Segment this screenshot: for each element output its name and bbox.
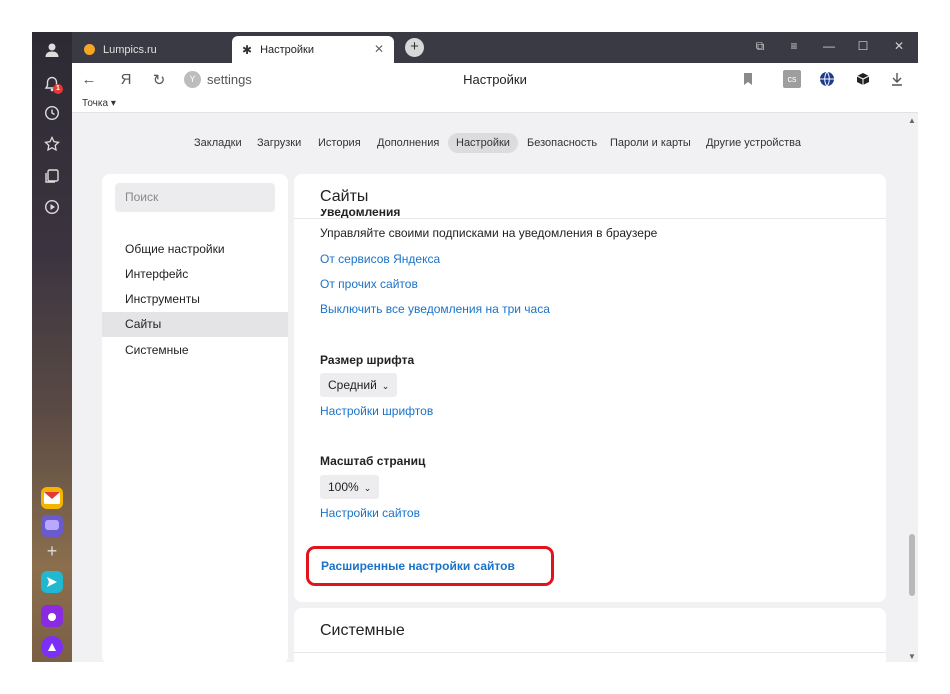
sidebar-item-tools[interactable]: Инструменты bbox=[102, 287, 288, 312]
tab-other-devices[interactable]: Другие устройства bbox=[698, 133, 809, 153]
back-icon[interactable]: ← bbox=[80, 71, 98, 88]
scroll-up-icon[interactable]: ▲ bbox=[908, 116, 916, 125]
notifications-other-link[interactable]: От прочих сайтов bbox=[320, 277, 418, 291]
send-app-icon[interactable] bbox=[41, 571, 63, 593]
font-settings-link[interactable]: Настройки шрифтов bbox=[320, 404, 433, 418]
site-settings-link[interactable]: Настройки сайтов bbox=[320, 506, 420, 520]
sidebar-item-sites[interactable]: Сайты bbox=[102, 312, 288, 337]
reload-icon[interactable]: ↻ bbox=[150, 71, 168, 89]
sites-card: Сайты Уведомления Управляйте своими подп… bbox=[294, 174, 886, 602]
chevron-down-icon: ⌄ bbox=[363, 483, 372, 493]
divider bbox=[294, 652, 886, 653]
maximize-icon[interactable]: ☐ bbox=[855, 39, 871, 53]
tab-label: Lumpics.ru bbox=[103, 43, 157, 56]
tab-extensions[interactable]: Дополнения bbox=[369, 133, 447, 153]
collections-icon[interactable] bbox=[42, 166, 62, 186]
section-title: Системные bbox=[320, 622, 405, 639]
gear-icon: ✱ bbox=[242, 42, 253, 57]
tab-bookmarks[interactable]: Закладки bbox=[186, 133, 250, 153]
browser-sidebar: 1 + bbox=[32, 32, 72, 662]
notifications-description: Управляйте своими подписками на уведомле… bbox=[320, 226, 658, 240]
section-title: Сайты bbox=[320, 188, 369, 205]
tab-downloads[interactable]: Загрузки bbox=[249, 133, 309, 153]
tab-label: Настройки bbox=[260, 43, 314, 56]
tab-settings-page[interactable]: Настройки bbox=[448, 133, 518, 153]
system-card: Системные bbox=[294, 608, 886, 662]
sidebar-item-interface[interactable]: Интерфейс bbox=[102, 262, 288, 287]
yandex-icon[interactable]: Я bbox=[117, 71, 135, 88]
cube-extension-icon[interactable] bbox=[854, 70, 872, 88]
notifications-yandex-link[interactable]: От сервисов Яндекса bbox=[320, 252, 440, 266]
font-size-select[interactable]: Средний ⌄ bbox=[320, 373, 398, 397]
mail-app-icon[interactable] bbox=[41, 487, 63, 509]
music-app-icon[interactable] bbox=[41, 605, 63, 627]
tab-history[interactable]: История bbox=[310, 133, 369, 153]
site-info-icon[interactable]: Y bbox=[184, 71, 201, 88]
scroll-down-icon[interactable]: ▼ bbox=[908, 652, 916, 661]
tab-security[interactable]: Безопасность bbox=[519, 133, 605, 153]
play-icon[interactable] bbox=[42, 197, 62, 217]
tab-settings[interactable]: ✱ Настройки ✕ bbox=[232, 36, 394, 63]
bookmark-icon[interactable] bbox=[739, 70, 757, 88]
settings-sidebar: Поиск Общие настройки Интерфейс Инструме… bbox=[102, 174, 288, 662]
user-icon[interactable] bbox=[42, 40, 62, 60]
bookmarks-bar-item[interactable]: Точка ▾ bbox=[82, 98, 116, 109]
mute-notifications-link[interactable]: Выключить все уведомления на три часа bbox=[320, 302, 550, 316]
chevron-down-icon: ⌄ bbox=[381, 381, 390, 391]
close-window-icon[interactable]: ✕ bbox=[891, 39, 907, 53]
vpn-globe-icon[interactable] bbox=[818, 70, 836, 88]
divider bbox=[294, 218, 886, 219]
zoom-label: Масштаб страниц bbox=[320, 454, 426, 468]
new-tab-button[interactable]: + bbox=[405, 38, 424, 57]
settings-search-input[interactable]: Поиск bbox=[115, 183, 275, 212]
sidebar-item-general[interactable]: Общие настройки bbox=[102, 237, 288, 262]
notification-badge: 1 bbox=[53, 84, 63, 94]
settings-page: Закладки Загрузки История Дополнения Нас… bbox=[72, 114, 918, 662]
advanced-site-settings-link[interactable]: Расширенные настройки сайтов bbox=[321, 559, 515, 573]
scrollbar-thumb[interactable] bbox=[909, 534, 915, 596]
favicon-dot-icon bbox=[84, 44, 95, 55]
zoom-value: 100% bbox=[328, 480, 359, 494]
browser-window: 1 + Lumpics.ru ✱ Настройки ✕ + ⧉ ≡ — ☐ ✕… bbox=[32, 32, 918, 662]
minimize-icon[interactable]: — bbox=[821, 39, 837, 53]
add-icon[interactable]: + bbox=[41, 540, 63, 562]
tabs-overview-icon[interactable]: ⧉ bbox=[752, 39, 768, 54]
star-icon[interactable] bbox=[42, 134, 62, 154]
address-bar: ← Я ↻ Y settings Настройки cs Точка ▾ bbox=[72, 63, 918, 113]
close-tab-icon[interactable]: ✕ bbox=[374, 42, 384, 56]
download-icon[interactable] bbox=[888, 70, 906, 88]
scrollbar[interactable]: ▲ ▼ bbox=[906, 114, 918, 662]
sidebar-item-system[interactable]: Системные bbox=[102, 338, 288, 363]
history-icon[interactable] bbox=[42, 103, 62, 123]
messenger-app-icon[interactable] bbox=[41, 515, 63, 537]
tab-passwords[interactable]: Пароли и карты bbox=[602, 133, 699, 153]
tab-strip: Lumpics.ru ✱ Настройки ✕ + ⧉ ≡ — ☐ ✕ bbox=[72, 32, 918, 63]
tab-lumpics[interactable]: Lumpics.ru bbox=[74, 36, 232, 63]
settings-nav: Закладки Загрузки История Дополнения Нас… bbox=[72, 133, 918, 155]
zoom-select[interactable]: 100% ⌄ bbox=[320, 475, 380, 499]
lastpass-extension-icon[interactable]: cs bbox=[783, 70, 801, 88]
font-size-value: Средний bbox=[328, 378, 377, 392]
url-text[interactable]: settings bbox=[207, 72, 252, 87]
font-size-label: Размер шрифта bbox=[320, 353, 415, 367]
highlight-box: Расширенные настройки сайтов bbox=[306, 546, 554, 586]
alice-app-icon[interactable] bbox=[41, 636, 63, 658]
menu-icon[interactable]: ≡ bbox=[786, 39, 802, 53]
